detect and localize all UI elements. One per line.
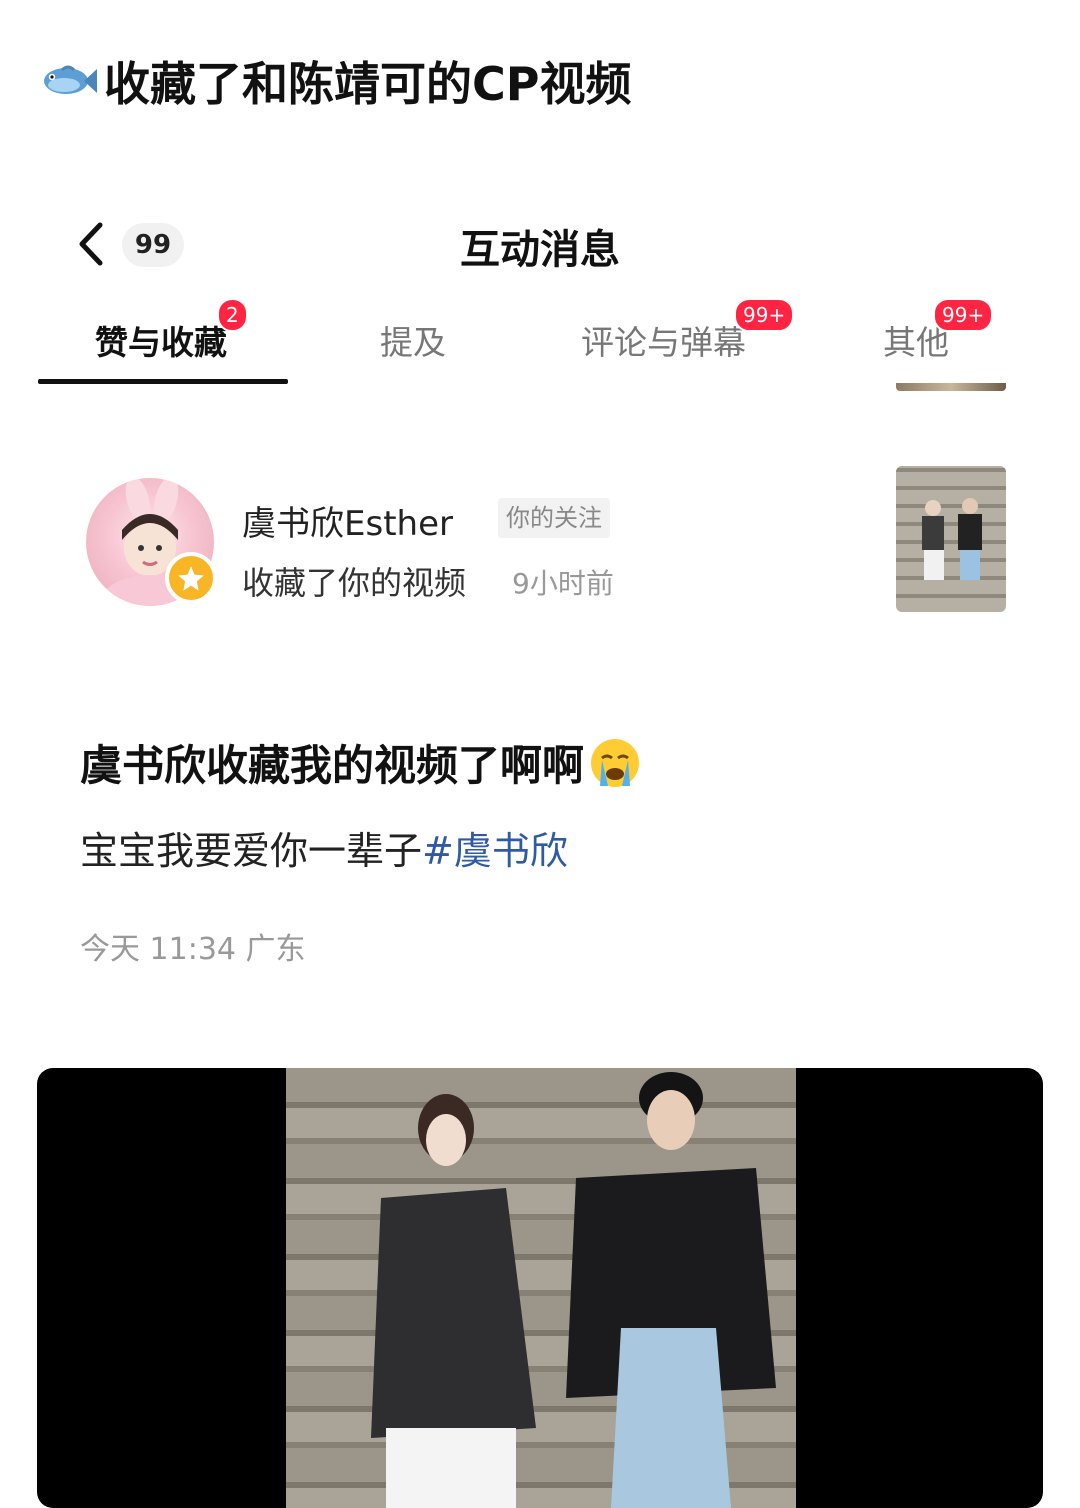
- tab-label: 赞与收藏: [95, 323, 227, 362]
- tab-comments-danmaku[interactable]: 评论与弹幕 99+: [581, 298, 795, 364]
- nav-bar: 99 互动消息: [0, 205, 1080, 285]
- headline-text: 收藏了和陈靖可的CP视频: [104, 57, 632, 111]
- video-frame: [286, 1068, 796, 1508]
- thumbnail-image: [922, 498, 982, 580]
- tab-badge: 2: [217, 298, 248, 332]
- video-still-image: [371, 1072, 776, 1508]
- tab-label: 提及: [380, 323, 446, 362]
- headline: 收藏了和陈靖可的CP视频: [40, 48, 631, 114]
- hashtag-link[interactable]: #虞书欣: [422, 829, 568, 873]
- user-name[interactable]: 虞书欣Esther: [242, 496, 453, 545]
- post-body: 宝宝我要爱你一辈子#虞书欣: [80, 820, 568, 875]
- star-icon: [165, 552, 217, 604]
- tab-label: 评论与弹幕: [581, 323, 746, 362]
- post-meta: 今天 11:34 广东: [80, 932, 306, 967]
- tab-badge: 99+: [933, 298, 994, 332]
- post-title-text: 虞书欣收藏我的视频了啊啊: [80, 741, 585, 790]
- active-tab-indicator: [38, 379, 288, 384]
- notification-action: 收藏了你的视频: [242, 564, 467, 602]
- video-player[interactable]: [37, 1068, 1043, 1508]
- post-title: 虞书欣收藏我的视频了啊啊: [80, 732, 642, 793]
- fish-icon: [44, 65, 97, 94]
- tab-bar: 赞与收藏 2 提及 评论与弹幕 99+ 其他 99+: [0, 298, 1080, 390]
- tab-mentions[interactable]: 提及: [380, 316, 446, 364]
- crying-face-icon: [591, 738, 640, 787]
- notification-time: 9小时前: [512, 567, 614, 600]
- post-body-text: 宝宝我要爱你一辈子: [80, 829, 423, 873]
- notification-item[interactable]: 虞书欣Esther 你的关注 收藏了你的视频 9小时前: [0, 460, 1080, 630]
- tab-likes-favorites[interactable]: 赞与收藏 2: [95, 298, 248, 364]
- following-tag: 你的关注: [498, 498, 610, 538]
- previous-item-thumbnail: [896, 383, 1006, 391]
- tab-other[interactable]: 其他 99+: [883, 298, 994, 364]
- page-title: 互动消息: [460, 227, 620, 273]
- video-thumbnail[interactable]: [896, 466, 1006, 612]
- tab-badge: 99+: [734, 298, 795, 332]
